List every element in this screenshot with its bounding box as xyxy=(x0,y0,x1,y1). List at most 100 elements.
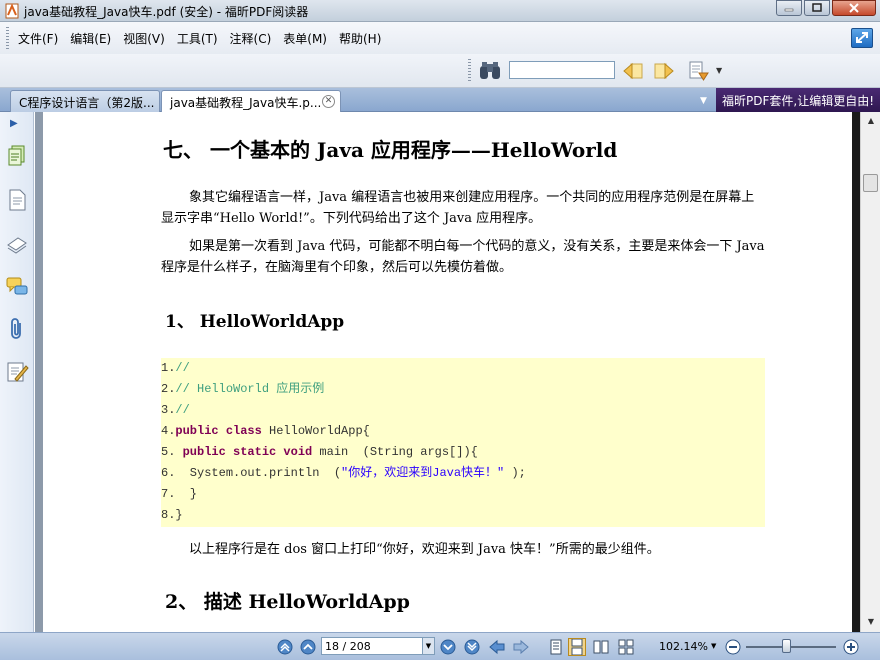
maximize-button[interactable] xyxy=(804,0,830,16)
layers-button[interactable] xyxy=(5,232,29,256)
code-text: ); xyxy=(504,466,526,480)
find-input[interactable] xyxy=(509,61,615,79)
find-next-button[interactable] xyxy=(651,58,677,84)
continuous-facing-view-button[interactable] xyxy=(617,638,635,656)
grid-pages-icon xyxy=(618,639,634,655)
menu-view[interactable]: 视图(V) xyxy=(117,30,171,47)
code-text: main (String args[]){ xyxy=(312,445,478,459)
line-number: 7. xyxy=(161,487,176,501)
previous-page-button[interactable] xyxy=(299,638,317,656)
continuous-view-button[interactable] xyxy=(568,638,586,656)
next-page-icon xyxy=(440,639,456,655)
code-keyword: public class xyxy=(175,424,262,438)
single-page-view-button[interactable] xyxy=(547,638,565,656)
title-bar: java基础教程_Java快车.pdf (安全) - 福昕PDF阅读器 xyxy=(0,0,880,22)
scroll-down-icon[interactable]: ▼ xyxy=(864,615,878,629)
page-dropdown-icon[interactable]: ▼ xyxy=(422,638,434,654)
go-forward-button[interactable] xyxy=(512,638,530,656)
zoom-slider-track[interactable] xyxy=(746,646,836,648)
prev-result-icon xyxy=(623,62,643,80)
toolbar-grip[interactable] xyxy=(468,59,471,81)
menu-edit[interactable]: 编辑(E) xyxy=(64,30,117,47)
find-options-button[interactable] xyxy=(686,58,712,84)
menu-comment[interactable]: 注释(C) xyxy=(224,30,278,47)
pages-panel-button[interactable] xyxy=(5,144,29,168)
close-button[interactable] xyxy=(832,0,876,16)
code-block: 1.// 2.// HelloWorld 应用示例 3.// 4.public … xyxy=(161,358,765,527)
line-number: 3. xyxy=(161,403,176,417)
zoom-in-button[interactable] xyxy=(842,638,860,656)
layers-icon xyxy=(7,237,27,254)
code-string: "你好，欢迎来到Java快车！" xyxy=(341,466,505,480)
ad-banner[interactable]: 福昕PDF套件,让编辑更自由! xyxy=(716,88,880,112)
zoom-dropdown-icon[interactable]: ▼ xyxy=(711,642,716,650)
back-arrow-icon xyxy=(489,639,505,655)
last-page-icon xyxy=(464,639,480,655)
minimize-icon xyxy=(784,8,794,12)
code-text: System.out.println ( xyxy=(175,466,342,480)
scroll-up-icon[interactable]: ▲ xyxy=(864,114,878,128)
section-heading-1: 1、 HelloWorldApp xyxy=(165,312,345,332)
go-back-button[interactable] xyxy=(488,638,506,656)
zoom-level[interactable]: 102.14% xyxy=(659,640,708,653)
first-page-button[interactable] xyxy=(276,638,294,656)
tab-c-book[interactable]: C程序设计语言（第2版... xyxy=(10,90,160,112)
continuous-page-icon xyxy=(571,639,583,655)
fullscreen-button[interactable] xyxy=(851,28,873,48)
line-number: 8. xyxy=(161,508,176,522)
comments-icon xyxy=(6,277,28,295)
zoom-out-button[interactable] xyxy=(724,638,742,656)
signatures-panel-button[interactable] xyxy=(5,360,29,384)
menu-forms[interactable]: 表单(M) xyxy=(277,30,333,47)
expand-icon xyxy=(856,32,868,43)
code-text: } xyxy=(175,487,198,501)
menu-file[interactable]: 文件(F) xyxy=(12,30,64,47)
code-line: 4.public class HelloWorldApp{ xyxy=(161,421,370,442)
menu-grip[interactable] xyxy=(6,27,9,49)
code-text: } xyxy=(175,508,183,522)
pdf-app-icon xyxy=(5,3,19,19)
code-line: 3.// xyxy=(161,400,190,421)
paperclip-icon xyxy=(11,318,21,339)
panel-expand-icon[interactable]: ▶ xyxy=(10,118,24,132)
pages-icon xyxy=(8,145,25,166)
zoom-in-icon xyxy=(843,639,859,655)
tab-close-icon[interactable]: ✕ xyxy=(322,95,335,108)
page-edge xyxy=(852,112,860,632)
page-thumbnails-button[interactable] xyxy=(5,188,29,212)
code-text: HelloWorldApp{ xyxy=(261,424,370,438)
facing-view-button[interactable] xyxy=(592,638,610,656)
menu-help[interactable]: 帮助(H) xyxy=(333,30,387,47)
last-page-button[interactable] xyxy=(463,638,481,656)
page-heading: 七、 一个基本的 Java 应用程序——HelloWorld xyxy=(163,138,618,162)
window-title: java基础教程_Java快车.pdf (安全) - 福昕PDF阅读器 xyxy=(24,5,309,19)
vertical-scrollbar[interactable]: ▲ ▼ xyxy=(860,112,880,632)
page-number-input[interactable] xyxy=(321,637,435,655)
line-number: 6. xyxy=(161,466,176,480)
find-previous-button[interactable] xyxy=(620,58,646,84)
code-line: 1.// xyxy=(161,358,190,379)
zoom-slider-thumb[interactable] xyxy=(782,639,791,653)
find-options-icon xyxy=(689,61,709,81)
find-options-dropdown-icon[interactable]: ▼ xyxy=(716,66,722,75)
facing-pages-icon xyxy=(593,640,609,654)
attachments-panel-button[interactable] xyxy=(5,317,29,341)
comments-panel-button[interactable] xyxy=(5,275,29,299)
tab-java-book[interactable]: java基础教程_Java快车.p... xyxy=(161,90,341,112)
paragraph-3: 以上程序行是在 dos 窗口上打印“你好，欢迎来到 Java 快车！”所需的最少… xyxy=(189,542,660,557)
scroll-thumb[interactable] xyxy=(863,174,878,192)
tab-bar: C程序设计语言（第2版... java基础教程_Java快车.p... ✕ ▼ … xyxy=(0,88,880,112)
find-button[interactable] xyxy=(477,58,503,84)
paragraph-2: 如果是第一次看到 Java 代码，可能都不明白每一个代码的意义，没有关系，主要是… xyxy=(161,239,765,275)
next-page-button[interactable] xyxy=(439,638,457,656)
close-icon xyxy=(849,3,859,13)
menu: 文件(F) 编辑(E) 视图(V) 工具(T) 注释(C) 表单(M) 帮助(H… xyxy=(12,22,387,54)
menu-tools[interactable]: 工具(T) xyxy=(171,30,224,47)
menu-bar: 文件(F) 编辑(E) 视图(V) 工具(T) 注释(C) 表单(M) 帮助(H… xyxy=(0,22,880,54)
minimize-button[interactable] xyxy=(776,0,802,16)
page-icon xyxy=(9,189,26,211)
previous-page-icon xyxy=(300,639,316,655)
tab-list-icon[interactable]: ▼ xyxy=(700,96,707,106)
line-number: 4. xyxy=(161,424,176,438)
first-page-icon xyxy=(277,639,293,655)
